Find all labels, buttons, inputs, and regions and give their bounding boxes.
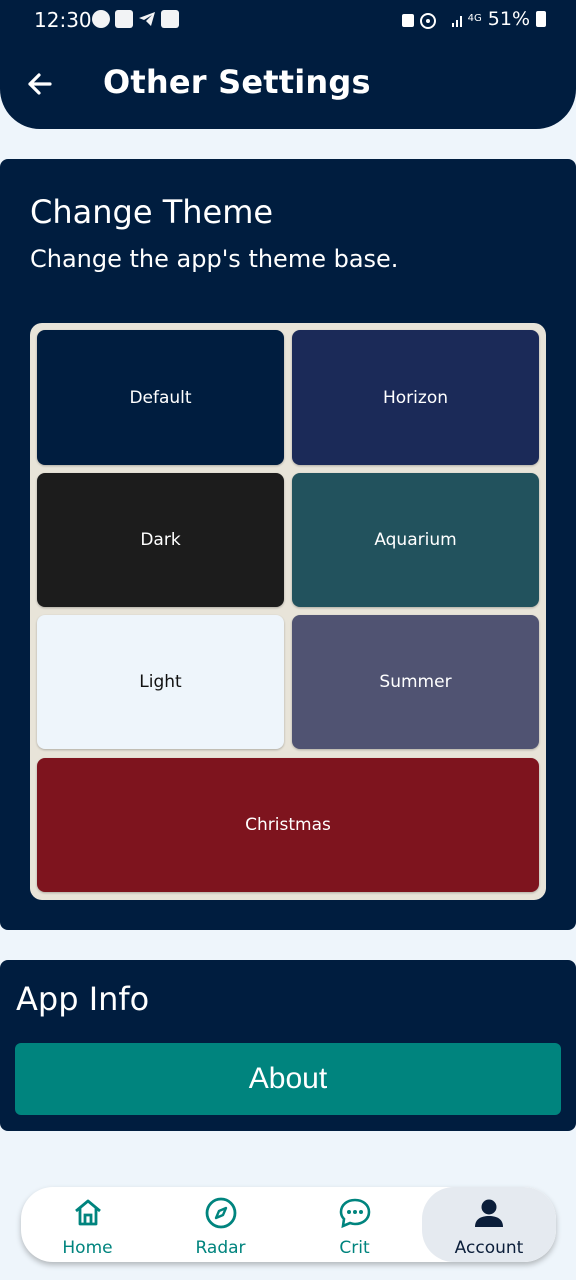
theme-label: Aquarium <box>374 530 457 550</box>
nav-item-crit[interactable]: Crit <box>288 1187 421 1262</box>
status-right: 4G 51% <box>401 8 546 30</box>
battery-percent: 51% <box>487 8 530 30</box>
nav-label: Home <box>62 1238 113 1258</box>
theme-tile-summer[interactable]: Summer <box>292 615 539 749</box>
section-title: Change Theme <box>30 193 274 231</box>
theme-tile-default[interactable]: Default <box>37 330 284 465</box>
chat-bubble-icon <box>339 1198 370 1229</box>
theme-label: Dark <box>140 530 181 550</box>
telegram-icon <box>138 10 156 28</box>
nav-label: Account <box>454 1238 524 1258</box>
nav-item-home[interactable]: Home <box>21 1187 154 1262</box>
checkbox-notification-icon <box>115 10 133 28</box>
theme-label: Light <box>139 672 182 692</box>
page-title: Other Settings <box>103 63 371 101</box>
theme-label: Summer <box>379 672 452 692</box>
nav-label: Radar <box>195 1238 246 1258</box>
signal-icon <box>401 11 462 29</box>
nav-label: Crit <box>339 1238 370 1258</box>
app-bar: 12:30 4G 51% Other Settings <box>0 0 576 129</box>
network-type: 4G <box>467 13 482 24</box>
change-theme-card: Change Theme Change the app's theme base… <box>0 159 576 930</box>
theme-tile-horizon[interactable]: Horizon <box>292 330 539 465</box>
theme-tile-christmas[interactable]: Christmas <box>37 758 539 892</box>
theme-label: Default <box>129 387 192 408</box>
section-title: App Info <box>16 980 150 1018</box>
compass-icon <box>205 1197 236 1229</box>
home-icon <box>74 1199 101 1226</box>
back-button[interactable] <box>20 64 60 104</box>
theme-label: Christmas <box>245 815 331 835</box>
about-button[interactable]: About <box>15 1043 561 1115</box>
bottom-nav: Home Radar Crit Account <box>21 1187 556 1262</box>
status-time: 12:30 <box>34 8 92 32</box>
section-subtitle: Change the app's theme base. <box>30 245 399 273</box>
nav-item-radar[interactable]: Radar <box>154 1187 287 1262</box>
gallery-icon <box>161 10 179 28</box>
app-info-card: App Info About <box>0 960 576 1131</box>
battery-icon <box>536 11 546 27</box>
theme-tile-aquarium[interactable]: Aquarium <box>292 473 539 607</box>
theme-tile-light[interactable]: Light <box>37 615 284 749</box>
theme-grid: Default Horizon Dark Aquarium Light Summ… <box>30 323 546 900</box>
arrow-left-icon <box>28 73 52 95</box>
nav-item-account[interactable]: Account <box>422 1187 556 1262</box>
globe-icon <box>92 10 110 28</box>
notification-icons <box>92 10 179 28</box>
person-icon <box>475 1199 503 1227</box>
theme-label: Horizon <box>383 387 448 408</box>
theme-tile-dark[interactable]: Dark <box>37 473 284 607</box>
